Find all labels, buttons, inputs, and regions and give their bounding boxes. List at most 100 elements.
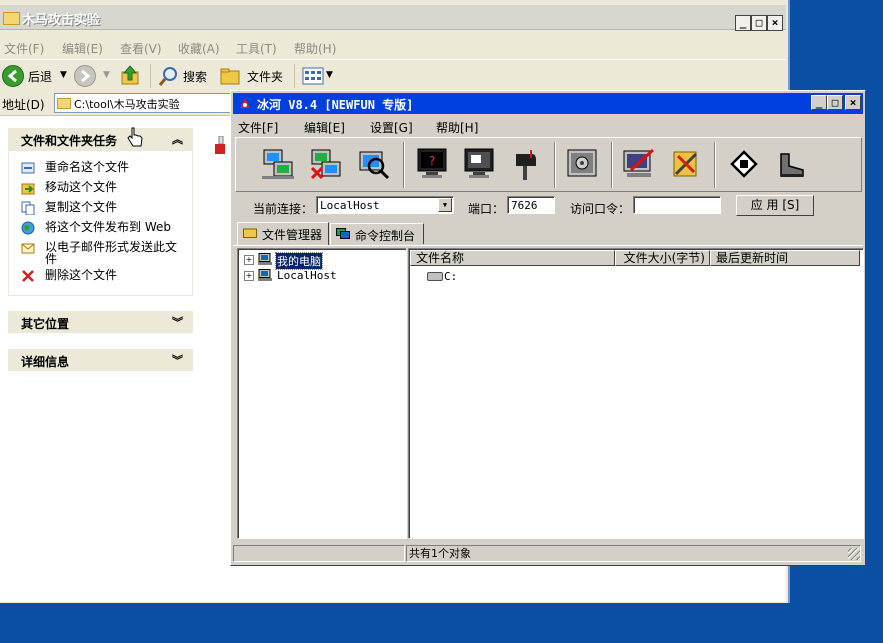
boot-icon[interactable]	[773, 146, 809, 182]
email-label: 以电子邮件形式发送此文件	[45, 240, 178, 266]
column-header-name[interactable]: 文件名称	[410, 250, 615, 266]
column-header-size[interactable]: 文件大小(字节)	[615, 250, 710, 266]
address-input[interactable]: C:\tool\木马攻击实验	[54, 93, 236, 113]
delete-host-icon[interactable]	[308, 146, 344, 182]
home-icon[interactable]	[726, 146, 762, 182]
apply-button[interactable]: 应 用 [S]	[736, 195, 814, 216]
other-places-header[interactable]: 其它位置 ︾	[8, 311, 193, 333]
move-icon	[21, 183, 35, 195]
file-tasks-title: 文件和文件夹任务	[21, 134, 118, 148]
close-button[interactable]: ×	[767, 15, 783, 31]
copy-icon	[21, 201, 35, 215]
copy-label: 复制这个文件	[45, 200, 118, 214]
delete-icon	[22, 270, 34, 282]
tab-strip: 文件管理器 命令控制台	[233, 222, 863, 246]
explorer-title: 木马攻击实验	[22, 13, 101, 28]
rename-icon	[21, 162, 35, 174]
port-input[interactable]: 7626	[507, 196, 555, 214]
bingge-menu-file[interactable]: 文件[F]	[238, 119, 278, 136]
search-button[interactable]: 搜索	[183, 68, 207, 85]
search-host-icon[interactable]	[356, 146, 392, 182]
bingge-maximize-button[interactable]: □	[827, 95, 843, 110]
collapse-icon[interactable]: ︽	[172, 131, 183, 147]
add-host-icon[interactable]	[260, 146, 296, 182]
bingge-app-icon	[240, 98, 250, 108]
tools-icon[interactable]	[668, 146, 704, 182]
back-dropdown-icon[interactable]: ▼	[60, 70, 67, 80]
views-icon[interactable]	[302, 67, 324, 85]
details-header[interactable]: 详细信息 ︾	[8, 349, 193, 371]
address-label: 地址(D)	[2, 98, 45, 112]
explorer-title-bar: 木马攻击实验 _ □ ×	[0, 5, 786, 31]
file-list: 文件名称 文件大小(字节) 最后更新时间 C:	[408, 248, 864, 539]
port-label: 端口：	[468, 202, 505, 216]
back-arrow-icon[interactable]	[2, 65, 24, 87]
current-connection-label: 当前连接：	[253, 202, 314, 216]
tab-file-manager-label: 文件管理器	[262, 228, 323, 242]
folders-icon[interactable]	[220, 66, 242, 86]
connection-row: 当前连接： LocalHost ▼ 端口： 7626 访问口令： 应 用 [S]	[233, 192, 863, 220]
current-connection-value: LocalHost	[320, 199, 380, 212]
mailbox-icon[interactable]	[508, 146, 544, 182]
tab-command-console-label: 命令控制台	[355, 229, 416, 243]
menu-view[interactable]: 查看(V)	[120, 40, 162, 57]
menu-favorites[interactable]: 收藏(A)	[178, 40, 220, 57]
back-button[interactable]: 后退	[28, 68, 52, 85]
rename-label: 重命名这个文件	[45, 160, 130, 174]
svg-text:?: ?	[429, 154, 435, 168]
menu-help[interactable]: 帮助(H)	[294, 40, 336, 57]
password-input[interactable]	[633, 196, 721, 214]
forward-arrow-icon	[74, 65, 96, 87]
bingge-close-button[interactable]: ×	[845, 95, 861, 110]
delete-label: 删除这个文件	[45, 268, 118, 282]
email-icon	[21, 243, 35, 254]
bingge-menu-help[interactable]: 帮助[H]	[436, 119, 478, 136]
folder-icon	[57, 98, 71, 109]
computer-icon	[258, 253, 272, 265]
forward-dropdown-icon: ▼	[103, 70, 110, 80]
bingge-menubar: 文件[F] 编辑[E] 设置[G] 帮助[H]	[233, 116, 863, 136]
expand-icon[interactable]: ︾	[172, 314, 183, 330]
expand-plus-icon[interactable]: +	[244, 271, 254, 281]
minimize-button[interactable]: _	[735, 15, 751, 31]
edit-screen-icon[interactable]	[621, 146, 657, 182]
status-bar: 共有1个对象	[233, 544, 863, 563]
address-value: C:\tool\木马攻击实验	[74, 98, 180, 111]
maximize-button[interactable]: □	[751, 15, 767, 31]
tab-command-console[interactable]: 命令控制台	[330, 223, 424, 244]
search-icon[interactable]	[158, 65, 180, 87]
bingge-menu-settings[interactable]: 设置[G]	[370, 119, 413, 136]
views-dropdown-icon[interactable]: ▼	[326, 70, 333, 80]
menu-file[interactable]: 文件(F)	[4, 40, 44, 57]
current-connection-select[interactable]: LocalHost ▼	[316, 196, 454, 214]
other-places-title: 其它位置	[21, 317, 70, 331]
expand-icon[interactable]: ︾	[172, 352, 183, 368]
file-tasks-list: 重命名这个文件 移动这个文件 复制这个文件 将这个文件发布到 Web 以电子邮件…	[8, 150, 193, 296]
hand-cursor-icon	[127, 127, 143, 147]
menu-edit[interactable]: 编辑(E)	[62, 40, 103, 57]
folder-icon	[3, 12, 20, 25]
resize-grip-icon[interactable]	[848, 548, 860, 560]
up-folder-icon[interactable]	[120, 64, 142, 86]
file-tasks-header[interactable]: 文件和文件夹任务 ︽	[8, 128, 193, 150]
host-tree: + 我的电脑 + LocalHost	[237, 248, 407, 539]
details-title: 详细信息	[21, 355, 70, 369]
password-label: 访问口令：	[570, 202, 631, 216]
status-text: 共有1个对象	[409, 547, 471, 560]
port-value: 7626	[511, 199, 538, 212]
bingge-minimize-button[interactable]: _	[811, 95, 827, 110]
menu-tools[interactable]: 工具(T)	[236, 40, 277, 57]
status-panel-left	[233, 545, 405, 562]
column-header-modified[interactable]: 最后更新时间	[710, 250, 860, 266]
dropdown-arrow-icon[interactable]: ▼	[438, 198, 452, 212]
folders-button[interactable]: 文件夹	[247, 68, 283, 85]
help-screen-icon[interactable]: ?	[414, 146, 450, 182]
bingge-menu-edit[interactable]: 编辑[E]	[304, 119, 345, 136]
bingge-toolbar: ?	[235, 137, 862, 192]
control-panel-icon[interactable]	[564, 146, 600, 182]
console-icon	[336, 228, 350, 239]
tree-node-label: LocalHost	[277, 269, 337, 282]
tab-file-manager[interactable]: 文件管理器	[237, 222, 329, 245]
screen-view-icon[interactable]	[461, 146, 497, 182]
expand-plus-icon[interactable]: +	[244, 255, 254, 265]
